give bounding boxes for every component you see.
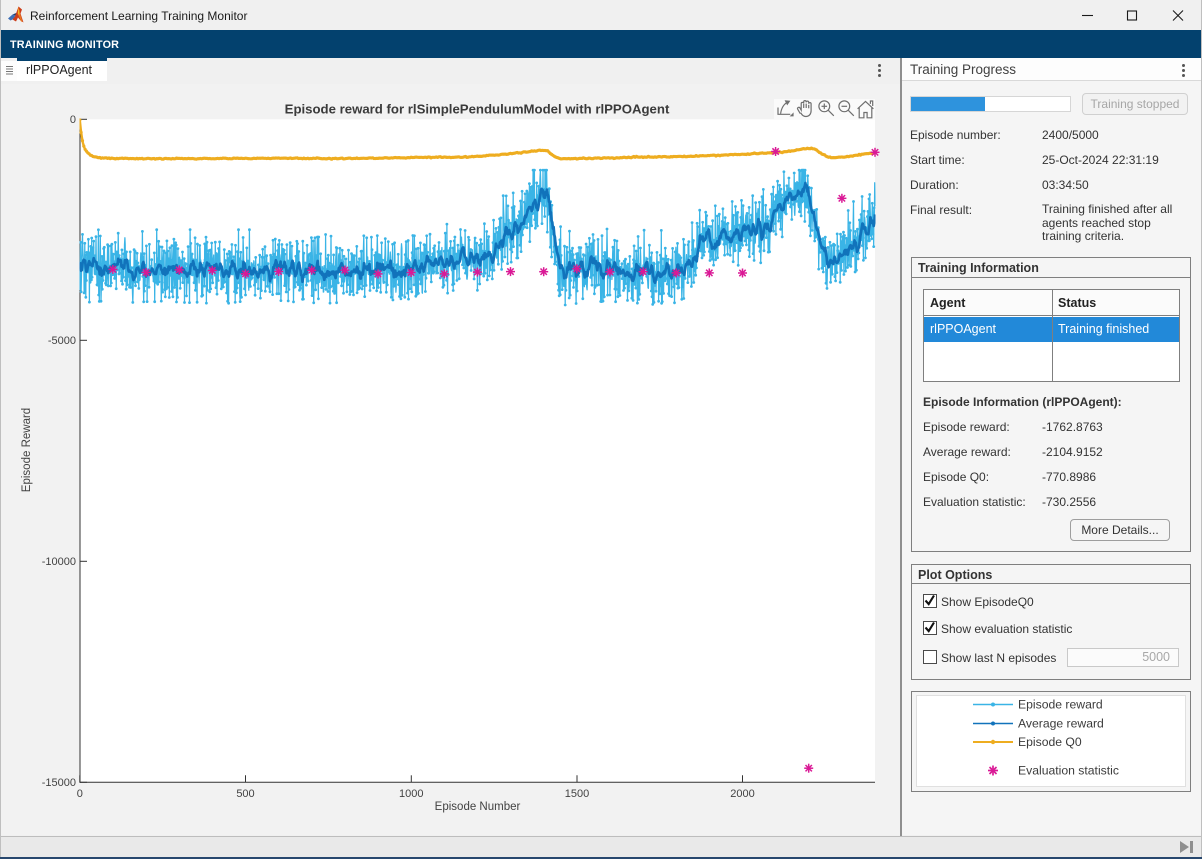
svg-text:Evaluation statistic: Evaluation statistic <box>1018 764 1119 778</box>
svg-text:-15000: -15000 <box>42 777 76 789</box>
svg-text:Episode reward: Episode reward <box>1018 698 1103 712</box>
svg-text:-5000: -5000 <box>48 335 76 347</box>
svg-text:1000: 1000 <box>399 788 423 800</box>
svg-text:Episode Reward: Episode Reward <box>21 408 33 492</box>
svg-text:2000: 2000 <box>730 788 754 800</box>
svg-text:1500: 1500 <box>565 788 589 800</box>
svg-text:0: 0 <box>77 788 83 800</box>
svg-text:500: 500 <box>236 788 254 800</box>
svg-text:Average reward: Average reward <box>1018 717 1104 731</box>
svg-text:Episode Q0: Episode Q0 <box>1018 735 1082 749</box>
svg-text:0: 0 <box>70 114 76 126</box>
svg-text:Episode Number: Episode Number <box>435 801 521 813</box>
svg-text:Episode reward for rlSimplePen: Episode reward for rlSimplePendulumModel… <box>285 102 670 117</box>
svg-text:-10000: -10000 <box>42 556 76 568</box>
